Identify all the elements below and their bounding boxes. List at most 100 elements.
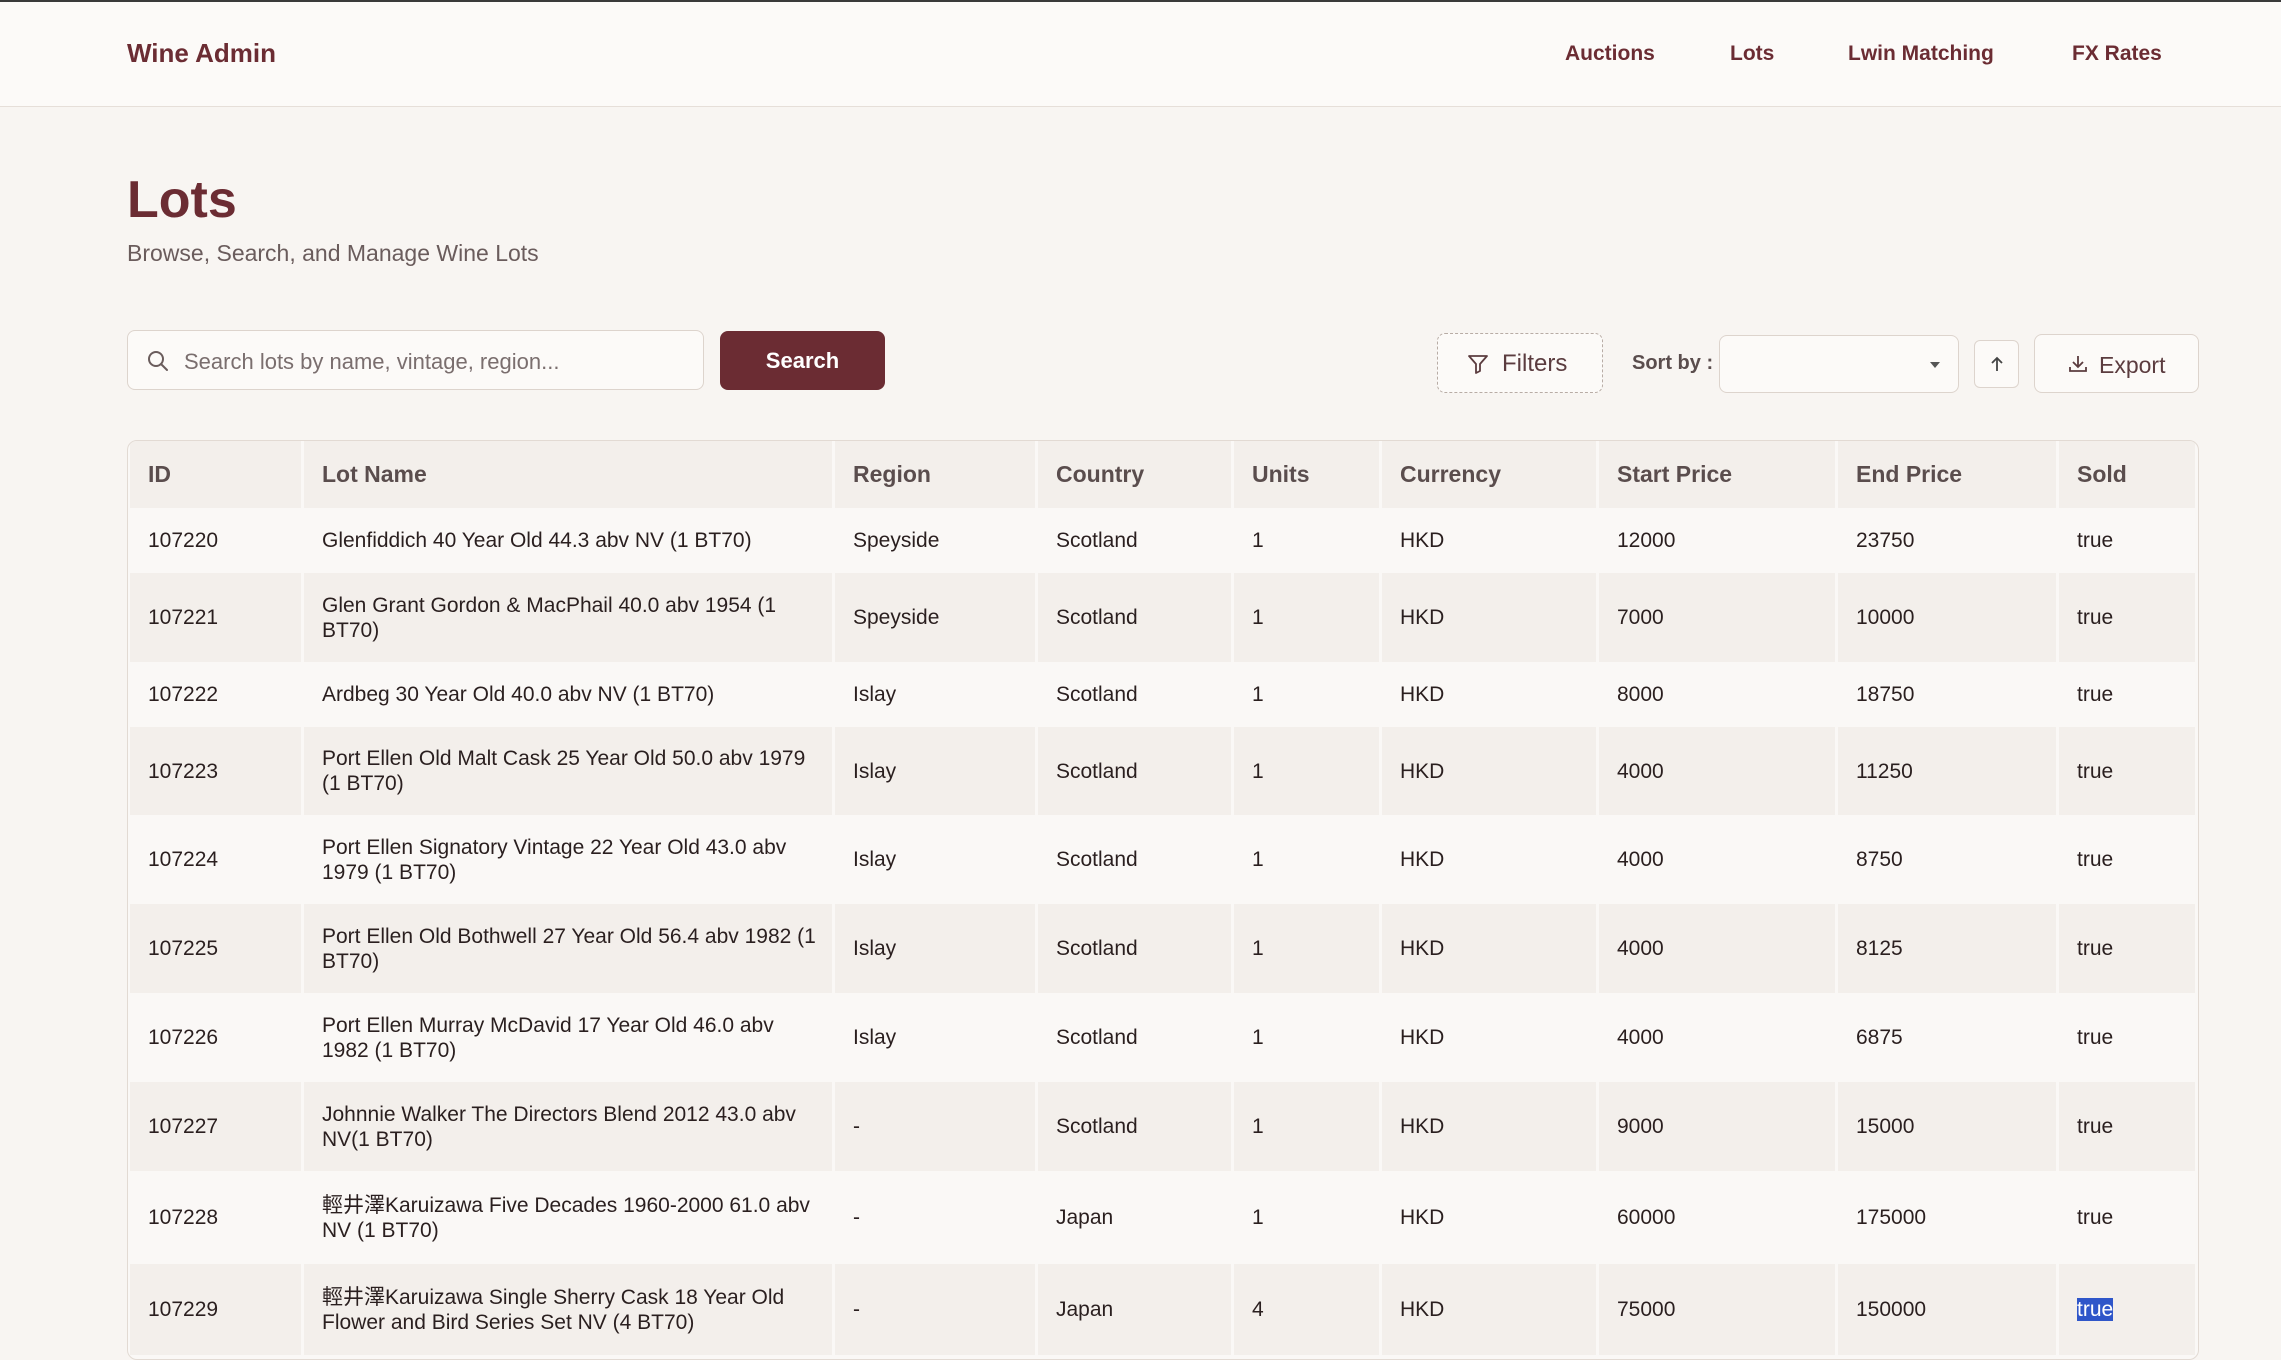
- cell-sold: true: [2059, 904, 2195, 993]
- cell-start-price: 9000: [1599, 1082, 1835, 1171]
- cell-currency: HKD: [1382, 1264, 1596, 1355]
- cell-currency: HKD: [1382, 1171, 1596, 1264]
- cell-start-price: 4000: [1599, 727, 1835, 815]
- table-row[interactable]: 107221 Glen Grant Gordon & MacPhail 40.0…: [130, 573, 2195, 662]
- page-subtitle: Browse, Search, and Manage Wine Lots: [127, 240, 539, 266]
- cell-sold: true: [2059, 662, 2195, 727]
- search-icon: [148, 351, 168, 371]
- table-row[interactable]: 107222 Ardbeg 30 Year Old 40.0 abv NV (1…: [130, 662, 2195, 727]
- page-title: Lots: [127, 171, 237, 229]
- col-header-id[interactable]: ID: [130, 441, 301, 508]
- cell-region: Islay: [835, 815, 1035, 904]
- cell-region: Islay: [835, 904, 1035, 993]
- cell-units: 1: [1234, 573, 1379, 662]
- col-header-sold[interactable]: Sold: [2059, 441, 2195, 508]
- col-header-currency[interactable]: Currency: [1382, 441, 1596, 508]
- search-button[interactable]: Search: [720, 331, 885, 390]
- cell-lot-name: Port Ellen Old Malt Cask 25 Year Old 50.…: [304, 727, 832, 815]
- filters-label: Filters: [1502, 350, 1568, 377]
- cell-sold: true: [2059, 573, 2195, 662]
- table-row[interactable]: 107224 Port Ellen Signatory Vintage 22 Y…: [130, 815, 2195, 904]
- cell-units: 1: [1234, 993, 1379, 1082]
- cell-sold: true: [2059, 815, 2195, 904]
- cell-units: 4: [1234, 1264, 1379, 1355]
- table-row[interactable]: 107227 Johnnie Walker The Directors Blen…: [130, 1082, 2195, 1171]
- download-icon: [2069, 356, 2087, 372]
- cell-start-price: 12000: [1599, 508, 1835, 573]
- cell-currency: HKD: [1382, 904, 1596, 993]
- col-header-lot-name[interactable]: Lot Name: [304, 441, 832, 508]
- export-button[interactable]: Export: [2034, 334, 2199, 393]
- cell-region: Speyside: [835, 508, 1035, 573]
- cell-country: Scotland: [1038, 815, 1231, 904]
- cell-sold: true: [2059, 1264, 2195, 1355]
- cell-lot-name: Port Ellen Murray McDavid 17 Year Old 46…: [304, 993, 832, 1082]
- cell-start-price: 75000: [1599, 1264, 1835, 1355]
- cell-end-price: 150000: [1838, 1264, 2056, 1355]
- cell-sold: true: [2059, 508, 2195, 573]
- cell-lot-name: 輕井澤Karuizawa Five Decades 1960-2000 61.0…: [304, 1171, 832, 1264]
- cell-id: 107226: [130, 993, 301, 1082]
- top-navbar: Wine Admin Auctions Lots Lwin Matching F…: [0, 2, 2281, 107]
- cell-units: 1: [1234, 727, 1379, 815]
- search-input[interactable]: [182, 341, 686, 383]
- brand-logo[interactable]: Wine Admin: [127, 38, 276, 69]
- col-header-start-price[interactable]: Start Price: [1599, 441, 1835, 508]
- cell-country: Scotland: [1038, 727, 1231, 815]
- nav-lots[interactable]: Lots: [1730, 42, 1774, 66]
- cell-currency: HKD: [1382, 1082, 1596, 1171]
- cell-country: Scotland: [1038, 904, 1231, 993]
- cell-id: 107225: [130, 904, 301, 993]
- filter-icon: [1468, 355, 1488, 374]
- table-row[interactable]: 107223 Port Ellen Old Malt Cask 25 Year …: [130, 727, 2195, 815]
- cell-region: Islay: [835, 993, 1035, 1082]
- cell-start-price: 4000: [1599, 904, 1835, 993]
- sort-select[interactable]: [1719, 335, 1959, 393]
- cell-end-price: 8125: [1838, 904, 2056, 993]
- cell-currency: HKD: [1382, 573, 1596, 662]
- cell-units: 1: [1234, 508, 1379, 573]
- nav-fx-rates[interactable]: FX Rates: [2072, 42, 2162, 66]
- col-header-units[interactable]: Units: [1234, 441, 1379, 508]
- lots-table: ID Lot Name Region Country Units Currenc…: [127, 440, 2199, 1360]
- cell-sold: true: [2059, 1082, 2195, 1171]
- cell-id: 107220: [130, 508, 301, 573]
- filters-button[interactable]: Filters: [1437, 333, 1603, 393]
- table-row[interactable]: 107228 輕井澤Karuizawa Five Decades 1960-20…: [130, 1171, 2195, 1264]
- cell-end-price: 8750: [1838, 815, 2056, 904]
- cell-id: 107229: [130, 1264, 301, 1355]
- cell-country: Japan: [1038, 1171, 1231, 1264]
- cell-lot-name: Port Ellen Signatory Vintage 22 Year Old…: [304, 815, 832, 904]
- nav-lwin-matching[interactable]: Lwin Matching: [1848, 42, 1994, 66]
- cell-end-price: 6875: [1838, 993, 2056, 1082]
- cell-region: Speyside: [835, 573, 1035, 662]
- cell-end-price: 175000: [1838, 1171, 2056, 1264]
- cell-units: 1: [1234, 1171, 1379, 1264]
- nav-auctions[interactable]: Auctions: [1565, 42, 1655, 66]
- cell-country: Scotland: [1038, 508, 1231, 573]
- cell-id: 107228: [130, 1171, 301, 1264]
- cell-start-price: 60000: [1599, 1171, 1835, 1264]
- col-header-country[interactable]: Country: [1038, 441, 1231, 508]
- cell-sold: true: [2059, 993, 2195, 1082]
- table-row[interactable]: 107226 Port Ellen Murray McDavid 17 Year…: [130, 993, 2195, 1082]
- cell-lot-name: 輕井澤Karuizawa Single Sherry Cask 18 Year …: [304, 1264, 832, 1355]
- cell-lot-name: Glenfiddich 40 Year Old 44.3 abv NV (1 B…: [304, 508, 832, 573]
- cell-country: Scotland: [1038, 993, 1231, 1082]
- cell-units: 1: [1234, 1082, 1379, 1171]
- table-row[interactable]: 107220 Glenfiddich 40 Year Old 44.3 abv …: [130, 508, 2195, 573]
- cell-id: 107223: [130, 727, 301, 815]
- cell-country: Scotland: [1038, 1082, 1231, 1171]
- sort-direction-button[interactable]: [1974, 340, 2019, 388]
- arrow-up-icon: [1991, 356, 2003, 371]
- table-row[interactable]: 107229 輕井澤Karuizawa Single Sherry Cask 1…: [130, 1264, 2195, 1355]
- cell-currency: HKD: [1382, 662, 1596, 727]
- col-header-region[interactable]: Region: [835, 441, 1035, 508]
- col-header-end-price[interactable]: End Price: [1838, 441, 2056, 508]
- selected-text: true: [2077, 1298, 2114, 1321]
- cell-start-price: 4000: [1599, 993, 1835, 1082]
- cell-region: -: [835, 1171, 1035, 1264]
- table-row[interactable]: 107225 Port Ellen Old Bothwell 27 Year O…: [130, 904, 2195, 993]
- cell-region: -: [835, 1082, 1035, 1171]
- cell-lot-name: Johnnie Walker The Directors Blend 2012 …: [304, 1082, 832, 1171]
